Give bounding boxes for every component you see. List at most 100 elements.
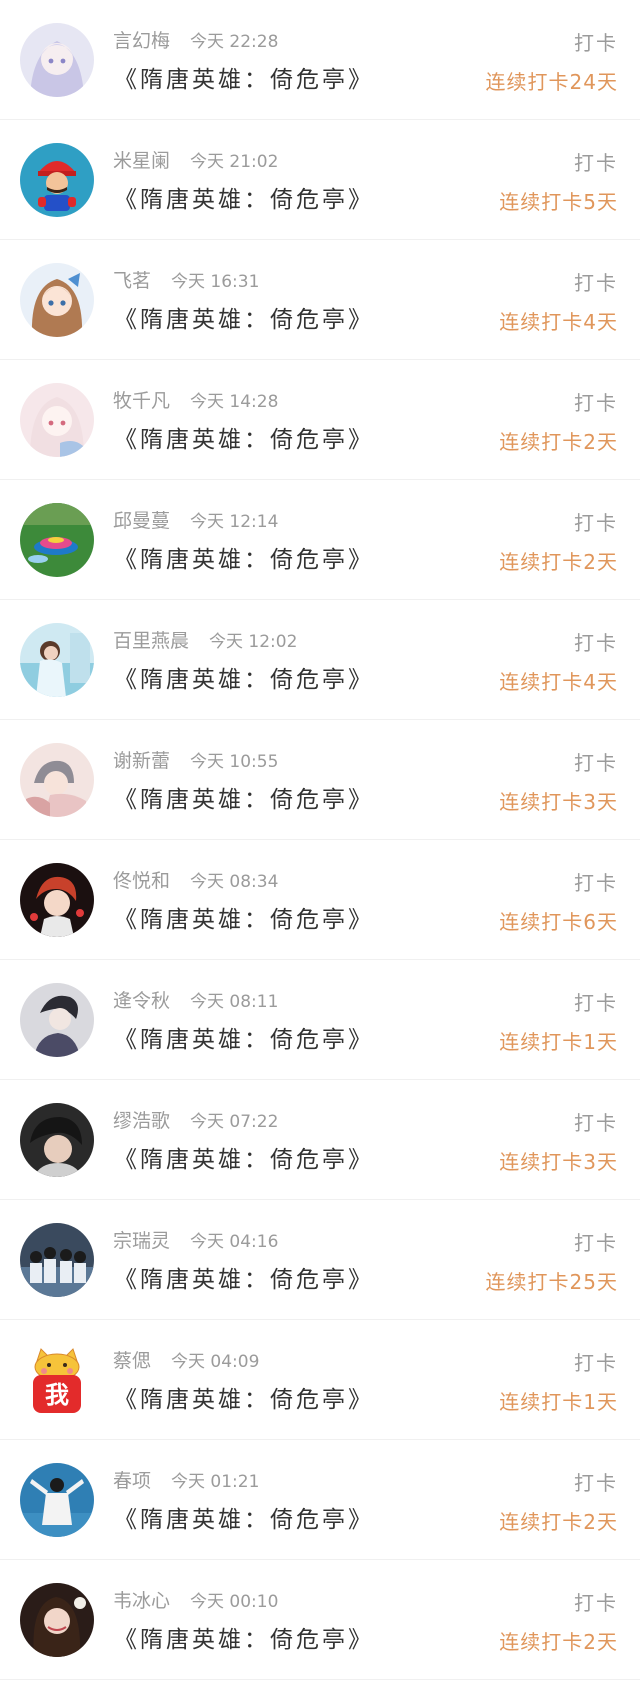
book-title[interactable]: 《隋唐英雄：倚危亭》: [114, 1500, 374, 1534]
post-time: 今天 16:31: [171, 272, 260, 292]
book-title[interactable]: 《隋唐英雄：倚危亭》: [114, 1020, 374, 1054]
user-name[interactable]: 飞茗: [113, 270, 151, 292]
user-name[interactable]: 逄令秋: [113, 990, 170, 1012]
checkin-label: 打卡: [574, 271, 618, 295]
group-photo-avatar[interactable]: [20, 1223, 94, 1297]
user-name[interactable]: 宗瑞灵: [113, 1230, 170, 1252]
post-time: 今天 04:16: [190, 1232, 279, 1252]
checkin-label: 打卡: [574, 1111, 618, 1135]
user-name[interactable]: 言幻梅: [113, 30, 170, 52]
figure-photo-avatar[interactable]: [20, 1463, 94, 1537]
user-name[interactable]: 米星阑: [113, 150, 170, 172]
streak-label: 连续打卡4天: [499, 670, 618, 694]
checkin-label: 打卡: [574, 151, 618, 175]
entry-meta: 飞茗 今天 16:31: [113, 266, 259, 293]
checkin-label: 打卡: [574, 31, 618, 55]
list-item[interactable]: 邱曼蔓 今天 12:14 《隋唐英雄：倚危亭》 打卡 连续打卡2天: [0, 480, 640, 600]
woman-photo-avatar[interactable]: [20, 1583, 94, 1657]
user-name[interactable]: 牧千凡: [113, 390, 170, 412]
anime-girl-avatar[interactable]: [20, 23, 94, 97]
checkin-label: 打卡: [574, 1471, 618, 1495]
streak-label: 连续打卡2天: [499, 550, 618, 574]
streak-label: 连续打卡2天: [499, 1630, 618, 1654]
list-item[interactable]: 飞茗 今天 16:31 《隋唐英雄：倚危亭》 打卡 连续打卡4天: [0, 240, 640, 360]
list-item[interactable]: 牧千凡 今天 14:28 《隋唐英雄：倚危亭》 打卡 连续打卡2天: [0, 360, 640, 480]
post-time: 今天 01:21: [171, 1472, 260, 1492]
spinning-top-avatar[interactable]: [20, 503, 94, 577]
list-item[interactable]: 缪浩歌 今天 07:22 《隋唐英雄：倚危亭》 打卡 连续打卡3天: [0, 1080, 640, 1200]
post-time: 今天 21:02: [190, 152, 279, 172]
streak-label: 连续打卡6天: [499, 910, 618, 934]
anime-couple-avatar[interactable]: [20, 743, 94, 817]
book-title[interactable]: 《隋唐英雄：倚危亭》: [114, 180, 374, 214]
book-title[interactable]: 《隋唐英雄：倚危亭》: [114, 420, 374, 454]
anime-girl-avatar[interactable]: [20, 383, 94, 457]
list-item[interactable]: 我 蔡偲 今天 04:09 《隋唐英雄：倚危亭》 打卡 连续打卡1天: [0, 1320, 640, 1440]
user-name[interactable]: 韦冰心: [113, 1590, 170, 1612]
book-title[interactable]: 《隋唐英雄：倚危亭》: [114, 660, 374, 694]
book-title[interactable]: 《隋唐英雄：倚危亭》: [114, 1140, 374, 1174]
list-item[interactable]: 米星阑 今天 21:02 《隋唐英雄：倚危亭》 打卡 连续打卡5天: [0, 120, 640, 240]
post-time: 今天 12:14: [190, 512, 279, 532]
user-name[interactable]: 佟悦和: [113, 870, 170, 892]
cat-wo-sticker-avatar[interactable]: 我: [20, 1343, 94, 1417]
book-title[interactable]: 《隋唐英雄：倚危亭》: [114, 900, 374, 934]
streak-label: 连续打卡25天: [485, 1270, 618, 1294]
user-name[interactable]: 邱曼蔓: [113, 510, 170, 532]
streak-label: 连续打卡3天: [499, 790, 618, 814]
list-item[interactable]: 宗瑞灵 今天 04:16 《隋唐英雄：倚危亭》 打卡 连续打卡25天: [0, 1200, 640, 1320]
girl-photo-avatar[interactable]: [20, 623, 94, 697]
entry-meta: 蔡偲 今天 04:09: [113, 1346, 259, 1373]
book-title[interactable]: 《隋唐英雄：倚危亭》: [114, 780, 374, 814]
anime-boy-avatar[interactable]: [20, 983, 94, 1057]
post-time: 今天 07:22: [190, 1112, 279, 1132]
post-time: 今天 12:02: [209, 632, 298, 652]
list-item[interactable]: 春项 今天 01:21 《隋唐英雄：倚危亭》 打卡 连续打卡2天: [0, 1440, 640, 1560]
checkin-label: 打卡: [574, 871, 618, 895]
checkin-label: 打卡: [574, 1591, 618, 1615]
anime-girl-avatar[interactable]: [20, 263, 94, 337]
checkin-label: 打卡: [574, 631, 618, 655]
book-title[interactable]: 《隋唐英雄：倚危亭》: [114, 1380, 374, 1414]
mario-avatar[interactable]: [20, 143, 94, 217]
post-time: 今天 10:55: [190, 752, 279, 772]
list-item[interactable]: 言幻梅 今天 22:28 《隋唐英雄：倚危亭》 打卡 连续打卡24天: [0, 0, 640, 120]
entry-meta: 谢新蕾 今天 10:55: [113, 746, 278, 773]
post-time: 今天 08:11: [190, 992, 279, 1012]
streak-label: 连续打卡5天: [499, 190, 618, 214]
list-item[interactable]: 百里燕晨 今天 12:02 《隋唐英雄：倚危亭》 打卡 连续打卡4天: [0, 600, 640, 720]
entry-meta: 百里燕晨 今天 12:02: [113, 626, 297, 653]
user-name[interactable]: 缪浩歌: [113, 1110, 170, 1132]
user-name[interactable]: 蔡偲: [113, 1350, 151, 1372]
list-item[interactable]: 逄令秋 今天 08:11 《隋唐英雄：倚危亭》 打卡 连续打卡1天: [0, 960, 640, 1080]
post-time: 今天 22:28: [190, 32, 279, 52]
book-title[interactable]: 《隋唐英雄：倚危亭》: [114, 1260, 374, 1294]
anime-boy-avatar[interactable]: [20, 863, 94, 937]
entry-meta: 逄令秋 今天 08:11: [113, 986, 278, 1013]
list-item[interactable]: 韦冰心 今天 00:10 《隋唐英雄：倚危亭》 打卡 连续打卡2天: [0, 1560, 640, 1680]
streak-label: 连续打卡2天: [499, 1510, 618, 1534]
entry-meta: 言幻梅 今天 22:28: [113, 26, 278, 53]
boy-photo-avatar[interactable]: [20, 1103, 94, 1177]
streak-label: 连续打卡1天: [499, 1390, 618, 1414]
checkin-label: 打卡: [574, 511, 618, 535]
book-title[interactable]: 《隋唐英雄：倚危亭》: [114, 300, 374, 334]
user-name[interactable]: 百里燕晨: [113, 630, 189, 652]
post-time: 今天 08:34: [190, 872, 279, 892]
book-title[interactable]: 《隋唐英雄：倚危亭》: [114, 60, 374, 94]
book-title[interactable]: 《隋唐英雄：倚危亭》: [114, 540, 374, 574]
entry-meta: 缪浩歌 今天 07:22: [113, 1106, 278, 1133]
user-name[interactable]: 谢新蕾: [113, 750, 170, 772]
checkin-label: 打卡: [574, 391, 618, 415]
user-name[interactable]: 春项: [113, 1470, 151, 1492]
list-item[interactable]: 谢新蕾 今天 10:55 《隋唐英雄：倚危亭》 打卡 连续打卡3天: [0, 720, 640, 840]
sticker-text: 我: [45, 1381, 69, 1409]
entry-meta: 米星阑 今天 21:02: [113, 146, 278, 173]
post-time: 今天 00:10: [190, 1592, 279, 1612]
entry-meta: 韦冰心 今天 00:10: [113, 1586, 278, 1613]
book-title[interactable]: 《隋唐英雄：倚危亭》: [114, 1620, 374, 1654]
entry-meta: 牧千凡 今天 14:28: [113, 386, 278, 413]
checkin-feed: 言幻梅 今天 22:28 《隋唐英雄：倚危亭》 打卡 连续打卡24天 米星阑 今天 …: [0, 0, 640, 1680]
list-item[interactable]: 佟悦和 今天 08:34 《隋唐英雄：倚危亭》 打卡 连续打卡6天: [0, 840, 640, 960]
streak-label: 连续打卡1天: [499, 1030, 618, 1054]
